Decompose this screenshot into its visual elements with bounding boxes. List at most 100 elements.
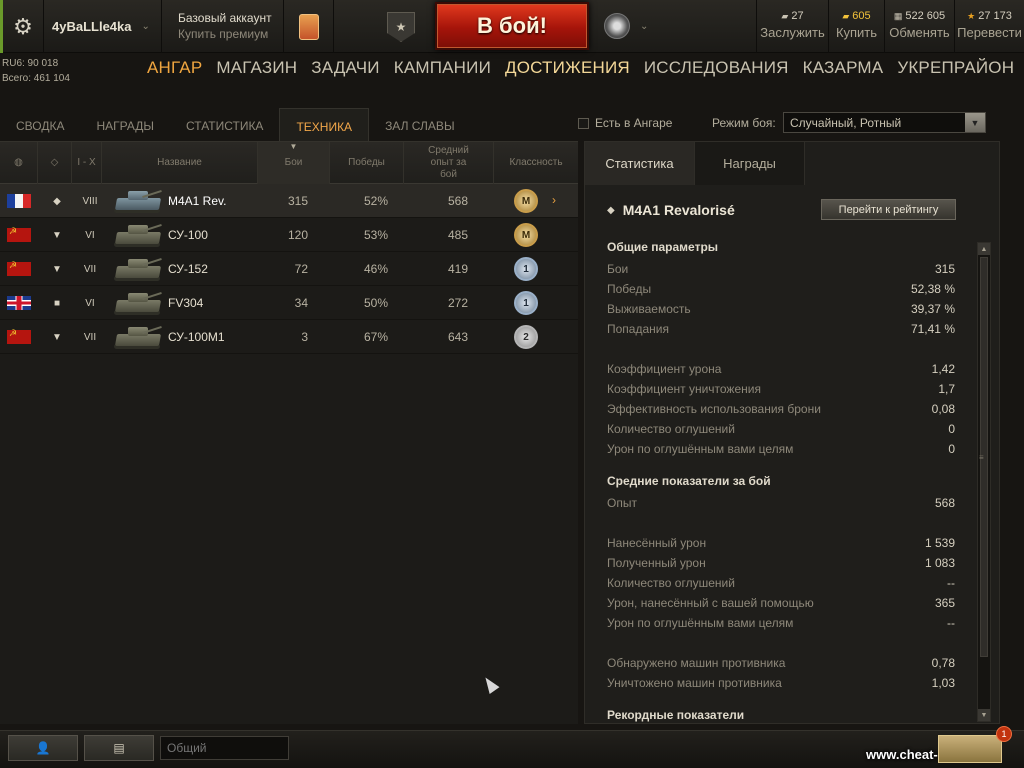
nav-research[interactable]: ИССЛЕДОВАНИЯ: [644, 58, 789, 84]
tab-vehicles[interactable]: ТЕХНИКА: [279, 108, 370, 141]
nav-stronghold[interactable]: УКРЕПРАЙОН: [897, 58, 1014, 84]
mastery-badge-icon: M: [514, 223, 538, 247]
contacts-button[interactable]: 👤: [8, 735, 78, 761]
row-avg-xp: 419: [447, 262, 468, 276]
stat-label: Уничтожено машин противника: [607, 676, 782, 690]
stat-row: Коэффициент урона 1,42: [607, 362, 955, 382]
nation-column-header[interactable]: ◍: [0, 142, 38, 184]
stat-row: Выживаемость 39,37 %: [607, 302, 955, 322]
type-column-header[interactable]: ◇: [38, 142, 72, 184]
stat-value: 568: [934, 496, 955, 510]
buy-premium-link[interactable]: Купить премиум: [178, 27, 283, 41]
table-row[interactable]: ■ VI FV304 34 50% 272 1: [0, 286, 578, 320]
currency-xp[interactable]: ▰ 27 Заслужить: [756, 0, 828, 53]
tab-statistics[interactable]: СТАТИСТИКА: [170, 108, 279, 141]
stat-label: Бои: [607, 262, 629, 276]
nav-campaigns[interactable]: КАМПАНИИ: [394, 58, 491, 84]
scroll-down-icon[interactable]: ▼: [978, 709, 990, 721]
stat-row: Количество оглушений --: [607, 576, 955, 596]
stat-label: Выживаемость: [607, 302, 691, 316]
row-wins: 50%: [363, 296, 388, 310]
stat-label: Попадания: [607, 322, 669, 336]
chat-channel-input[interactable]: [160, 736, 289, 760]
row-tier: VII: [83, 263, 97, 275]
chevron-down-icon: ⌄: [141, 21, 150, 32]
tab-detail-statistics[interactable]: Статистика: [585, 142, 695, 185]
battles-column-header[interactable]: ▼ Бои: [258, 142, 330, 184]
wins-column-header[interactable]: Победы: [330, 142, 404, 184]
row-wins: 46%: [363, 262, 388, 276]
battle-button[interactable]: В бой!: [435, 2, 589, 50]
stat-value: 365: [934, 596, 955, 610]
battle-mode-select[interactable]: Случайный, Ротный ▼: [783, 112, 986, 133]
tab-awards[interactable]: НАГРАДЫ: [80, 108, 170, 141]
go-to-rating-button[interactable]: Перейти к рейтингу: [821, 199, 956, 220]
row-wins: 67%: [363, 330, 388, 344]
nav-shop[interactable]: МАГАЗИН: [216, 58, 297, 84]
tank-destroyer-icon: ▼: [52, 331, 62, 343]
stat-value: 39,37 %: [910, 302, 955, 316]
stat-value: 1,03: [931, 676, 955, 690]
scroll-up-icon[interactable]: ▲: [978, 243, 990, 255]
stat-value: 1,42: [931, 362, 955, 376]
mastery-column-header[interactable]: Классность: [494, 142, 578, 184]
battle-mode-selector[interactable]: ⌄: [604, 10, 664, 42]
tank-image: [112, 288, 164, 318]
vehicle-type-icon: ◇: [50, 157, 59, 168]
tab-hall-of-fame[interactable]: ЗАЛ СЛАВЫ: [369, 108, 471, 141]
rub-stat: RU6: 90 018: [2, 58, 59, 69]
detail-scrollbar[interactable]: ▲ ≡ ▼: [977, 242, 991, 722]
top-bar: ⚙ 4yBaLLle4ka ⌄ Базовый аккаунт Купить п…: [0, 0, 1024, 53]
mastery-badge-icon: 1: [514, 257, 538, 281]
shopping-bag-icon: [298, 13, 319, 40]
table-row[interactable]: ▼ VII СУ-100М1 3 67% 643 2: [0, 320, 578, 354]
checkbox-box: [578, 117, 589, 129]
tank-image: [112, 322, 164, 352]
stat-row: Победы 52,38 %: [607, 282, 955, 302]
stat-row: Количество оглушений 0: [607, 422, 955, 442]
nav-achievements[interactable]: ДОСТИЖЕНИЯ: [505, 58, 630, 84]
ussr-flag-icon: [7, 260, 31, 276]
rank-star-button[interactable]: ★: [387, 12, 415, 42]
chat-button[interactable]: ▤: [84, 735, 154, 761]
stat-label: Урон по оглушённым вами целям: [607, 442, 794, 456]
nav-hangar[interactable]: АНГАР: [147, 58, 202, 84]
vehicle-table: ◍ ◇ I - X Название ▼ Бои Победы Средний …: [0, 141, 578, 724]
row-battles: 72: [294, 262, 308, 276]
section-records: Рекордные показатели: [607, 708, 745, 722]
stat-row: Опыт 568: [607, 496, 955, 516]
row-avg-xp: 568: [447, 194, 468, 208]
currency-credits[interactable]: ▦ 522 605 Обменять: [884, 0, 954, 53]
mastery-badge-icon: 2: [514, 325, 538, 349]
tab-summary[interactable]: СВОДКА: [0, 108, 80, 141]
premium-shop-button[interactable]: [284, 0, 334, 53]
tier-column-header[interactable]: I - X: [72, 142, 102, 184]
tank-destroyer-icon: ▼: [52, 263, 62, 275]
tab-detail-awards[interactable]: Награды: [695, 142, 805, 185]
tank-image: [112, 186, 164, 216]
table-row[interactable]: ◆ VIII M4A1 Rev. 315 52% 568 M ›: [0, 184, 578, 218]
settings-button[interactable]: ⚙: [0, 0, 44, 53]
name-column-header[interactable]: Название: [102, 142, 258, 184]
stat-value: --: [947, 616, 955, 630]
player-menu[interactable]: 4yBaLLle4ka ⌄: [44, 0, 162, 53]
vehicle-heading: ◆ M4A1 Revalorisé: [607, 202, 735, 218]
stat-value: --: [947, 576, 955, 590]
heavy-tank-icon: ◆: [53, 195, 61, 207]
row-avg-xp: 485: [447, 228, 468, 242]
currency-free-xp[interactable]: ★ 27 173 Перевести: [954, 0, 1024, 53]
nav-barracks[interactable]: КАЗАРМА: [803, 58, 884, 84]
currency-gold[interactable]: ▰ 605 Купить: [828, 0, 884, 53]
row-avg-xp: 643: [447, 330, 468, 344]
free-xp-amount: 27 173: [978, 10, 1012, 22]
table-row[interactable]: ▼ VI СУ-100 120 53% 485 M: [0, 218, 578, 252]
avg-xp-column-header[interactable]: Средний опыт за бой: [404, 142, 494, 184]
player-name: 4yBaLLle4ka: [52, 19, 132, 34]
notifications-button[interactable]: [938, 735, 1002, 763]
mastery-badge-icon: 1: [514, 291, 538, 315]
nav-missions[interactable]: ЗАДАЧИ: [311, 58, 379, 84]
in-hangar-checkbox[interactable]: Есть в Ангаре: [578, 116, 672, 130]
stat-value: 0: [948, 442, 955, 456]
table-row[interactable]: ▼ VII СУ-152 72 46% 419 1: [0, 252, 578, 286]
mastery-badge-icon: M: [514, 189, 538, 213]
